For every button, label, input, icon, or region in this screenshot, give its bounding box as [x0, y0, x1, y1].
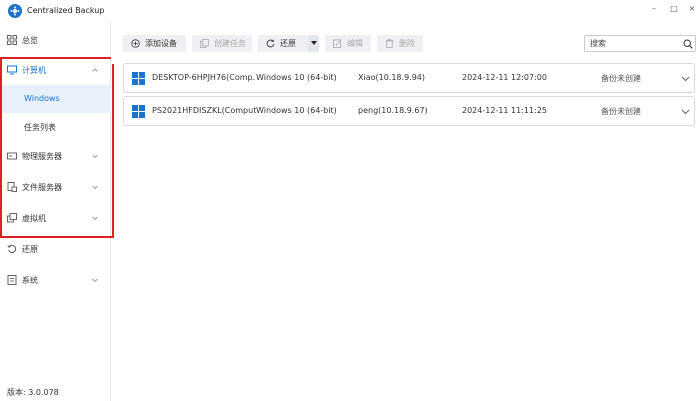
sidebar-item-virtual-machine[interactable]: 虚拟机 — [0, 203, 111, 233]
sidebar-item-system[interactable]: 系统 — [0, 265, 111, 295]
sidebar-item-label: 系统 — [22, 275, 38, 285]
restore-icon — [7, 244, 17, 253]
trash-icon — [385, 39, 394, 48]
restore-icon — [266, 39, 275, 48]
system-icon — [7, 275, 17, 285]
windows-logo-icon — [132, 105, 145, 118]
sidebar-item-label: 文件服务器 — [22, 182, 62, 192]
chevron-down-icon[interactable] — [681, 74, 690, 83]
device-row[interactable]: PS2021HFDISZKL(Comput... Windows 10 (64-… — [123, 96, 695, 126]
windows-logo-icon — [132, 72, 145, 85]
monitor-icon — [7, 65, 17, 75]
chevron-down-icon — [92, 216, 98, 221]
add-device-button[interactable]: 添加设备 — [123, 35, 186, 52]
restore-button[interactable]: 还原 — [258, 35, 308, 52]
create-task-button[interactable]: 创建任务 — [192, 35, 252, 52]
sidebar-item-label: 计算机 — [22, 65, 46, 75]
search-icon[interactable] — [683, 39, 693, 49]
virtual-machine-icon — [7, 213, 17, 223]
device-time: 2024-12-11 11:11:25 — [462, 106, 547, 115]
search-box — [584, 35, 696, 52]
sidebar-item-overview[interactable]: 总览 — [0, 25, 111, 55]
edit-button[interactable]: 编辑 — [325, 35, 371, 52]
sidebar-subitem-label: Windows — [24, 94, 60, 103]
sidebar-item-computer[interactable]: 计算机 — [0, 55, 111, 85]
close-button[interactable]: × — [682, 2, 700, 18]
sidebar-subitem-label: 任务列表 — [24, 123, 56, 132]
maximize-button[interactable]: □ — [664, 2, 684, 18]
device-name: PS2021HFDISZKL(Comput... — [152, 106, 256, 115]
edit-icon — [333, 39, 342, 48]
restore-dropdown-button[interactable] — [308, 35, 319, 52]
caret-down-icon — [311, 41, 317, 45]
device-os: Windows 10 (64-bit) — [256, 106, 337, 115]
backup-status: 备份未创建 — [601, 107, 641, 116]
chevron-down-icon — [92, 154, 98, 159]
server-icon — [7, 152, 17, 160]
backup-status: 备份未创建 — [601, 74, 641, 83]
grid-icon — [7, 35, 17, 45]
sidebar-item-restore[interactable]: 还原 — [0, 234, 111, 264]
sidebar-item-label: 虚拟机 — [22, 213, 46, 223]
sidebar: 总览 计算机 Windows 任务列表 物理服务器 文件服务器 虚拟机 还原 系… — [0, 22, 111, 401]
sidebar-item-file-server[interactable]: 文件服务器 — [0, 172, 111, 202]
delete-button[interactable]: 删除 — [377, 35, 423, 52]
plus-circle-icon — [131, 39, 140, 48]
chevron-down-icon[interactable] — [681, 107, 690, 116]
version-label: 版本: 3.0.078 — [7, 388, 59, 397]
title-bar: Centralized Backup – □ × — [0, 0, 700, 22]
app-title: Centralized Backup — [27, 6, 105, 15]
copy-icon — [200, 39, 209, 48]
sidebar-item-label: 还原 — [22, 244, 38, 254]
app-logo-icon — [8, 4, 22, 18]
sidebar-item-label: 总览 — [22, 35, 38, 45]
device-row[interactable]: DESKTOP-6HPJH76(Comp... Windows 10 (64-b… — [123, 63, 695, 93]
sidebar-subitem-windows[interactable]: Windows — [0, 85, 111, 113]
file-server-icon — [7, 182, 17, 192]
device-user: Xiao(10.18.9.94) — [358, 73, 425, 82]
device-os: Windows 10 (64-bit) — [256, 73, 337, 82]
chevron-down-icon — [92, 278, 98, 283]
device-time: 2024-12-11 12:07:00 — [462, 73, 547, 82]
minimize-button[interactable]: – — [644, 2, 664, 18]
device-user: peng(10.18.9.67) — [358, 106, 428, 115]
toolbar: 添加设备 创建任务 还原 编辑 删除 — [111, 22, 700, 64]
search-input[interactable] — [585, 36, 681, 51]
chevron-up-icon — [92, 68, 98, 72]
sidebar-subitem-task-list[interactable]: 任务列表 — [0, 113, 111, 141]
chevron-down-icon — [92, 185, 98, 190]
sidebar-item-label: 物理服务器 — [22, 151, 62, 161]
sidebar-item-physical-server[interactable]: 物理服务器 — [0, 141, 111, 171]
device-name: DESKTOP-6HPJH76(Comp... — [152, 73, 256, 82]
